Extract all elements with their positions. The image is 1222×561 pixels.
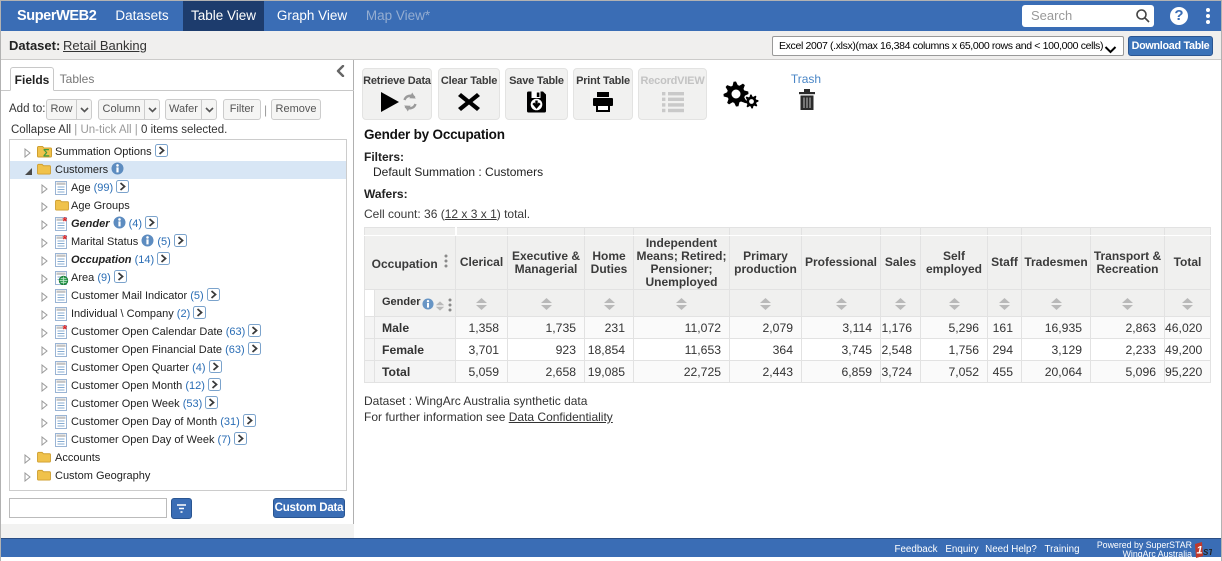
svg-text:1: 1 [1197, 545, 1203, 557]
svg-text:ST: ST [1203, 548, 1212, 557]
svg-text:*: * [63, 235, 68, 247]
svg-text:*: * [63, 325, 68, 337]
svg-text:*: * [63, 217, 68, 229]
svg-text:Σ: Σ [43, 148, 50, 159]
